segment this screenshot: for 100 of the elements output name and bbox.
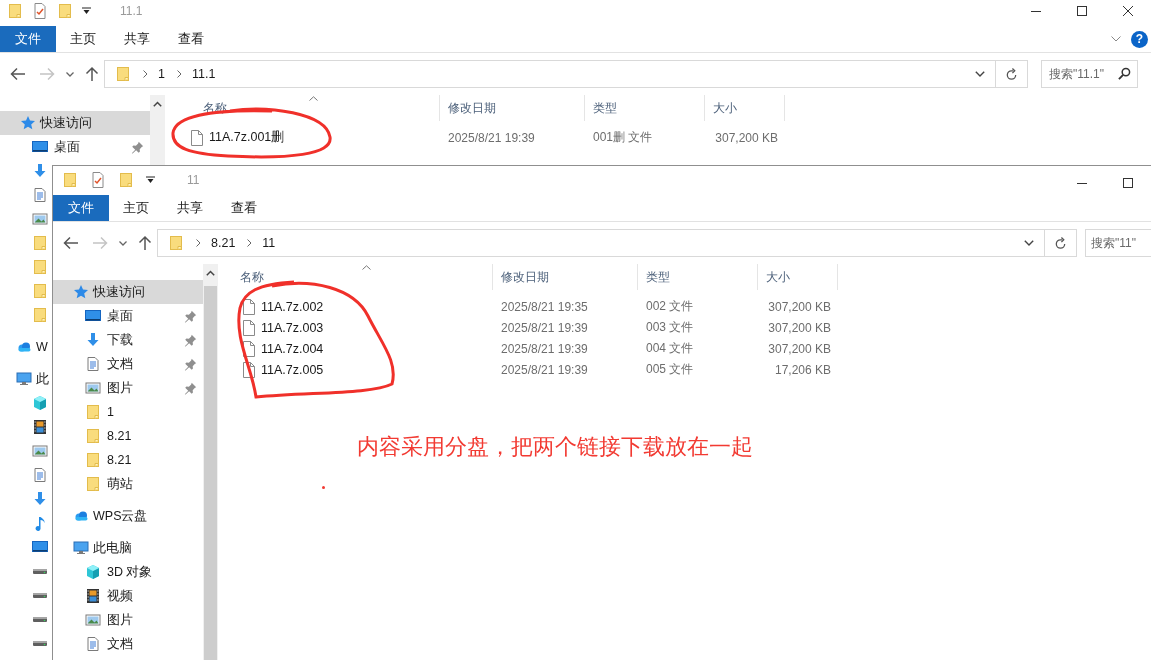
folder-icon — [168, 235, 184, 251]
back-icon[interactable] — [10, 67, 26, 81]
column-header[interactable]: 类型 — [585, 95, 705, 121]
breadcrumb-item[interactable]: 11.1 — [191, 67, 216, 81]
file-icon — [190, 129, 204, 146]
folder-icon — [32, 259, 48, 275]
sidebar-item[interactable]: 桌面 — [0, 135, 150, 159]
back-icon[interactable] — [63, 236, 79, 250]
refresh-button[interactable] — [996, 60, 1028, 88]
date-cell-text: 2025/8/21 19:39 — [500, 341, 589, 356]
sidebar-item[interactable]: 快速访问 — [0, 111, 150, 135]
sidebar-item[interactable]: 文档 — [53, 632, 203, 656]
maximize-icon[interactable] — [1077, 6, 1087, 16]
download-icon — [32, 491, 48, 507]
maximize-icon[interactable] — [1123, 178, 1133, 188]
dropdown-icon[interactable] — [975, 71, 985, 77]
refresh-icon — [1005, 67, 1018, 81]
refresh-button[interactable] — [1045, 229, 1077, 257]
sidebar-item[interactable]: 此电脑 — [53, 536, 203, 560]
sort-caret-icon — [362, 265, 371, 270]
chevron-icon[interactable] — [247, 239, 253, 247]
sidebar-item[interactable]: 8.21 — [53, 424, 203, 448]
chevron-icon[interactable] — [176, 70, 182, 78]
sidebar-item[interactable]: 此 — [0, 367, 52, 391]
checklist-icon[interactable] — [32, 3, 48, 19]
up-icon[interactable] — [138, 235, 152, 251]
ribbon-tab[interactable]: 查看 — [217, 195, 271, 221]
dropdown-icon[interactable] — [82, 7, 91, 15]
pin-icon[interactable] — [184, 381, 197, 395]
column-header[interactable]: 修改日期 — [493, 264, 638, 290]
file-name[interactable]: 11A.7z.001删 — [209, 129, 285, 146]
sidebar-item[interactable]: 3D 对象 — [53, 560, 203, 584]
chevron-icon[interactable] — [196, 239, 201, 247]
search-field[interactable]: 搜索"11.1" — [1041, 60, 1138, 88]
file-name[interactable]: 11A.7z.005 — [261, 362, 324, 377]
scroll-up-icon[interactable] — [153, 101, 162, 107]
cube-icon — [85, 564, 101, 580]
window-title: 11 — [187, 173, 200, 187]
desktop-icon — [85, 308, 101, 324]
document-icon — [32, 187, 48, 203]
file-icon — [242, 340, 256, 357]
sidebar-item[interactable]: 视频 — [53, 584, 203, 608]
column-header[interactable]: 大小 — [758, 264, 838, 290]
search-icon[interactable] — [1118, 67, 1131, 80]
help-button[interactable]: ? — [1131, 30, 1148, 48]
column-header[interactable]: 修改日期 — [440, 95, 585, 121]
sidebar-item[interactable]: 文档 — [53, 352, 203, 376]
sidebar-item[interactable]: 图片 — [53, 608, 203, 632]
recent-dropdown-icon[interactable] — [66, 71, 74, 77]
sidebar-item[interactable]: 8.21 — [53, 448, 203, 472]
window-title: 11.1 — [120, 4, 143, 18]
ribbon-tab[interactable]: 文件 — [0, 26, 56, 52]
date-cell-text: 2025/8/21 19:39 — [447, 130, 536, 145]
close-icon[interactable] — [1123, 6, 1133, 16]
sidebar-item[interactable]: 桌面 — [53, 304, 203, 328]
pin-icon[interactable] — [184, 333, 197, 347]
breadcrumb-item[interactable]: 1 — [158, 67, 165, 81]
picture-icon — [32, 443, 48, 459]
ribbon-tab[interactable]: 共享 — [110, 26, 164, 52]
sidebar-item[interactable]: 下载 — [53, 328, 203, 352]
up-icon[interactable] — [85, 66, 99, 82]
ribbon-tab[interactable]: 共享 — [163, 195, 217, 221]
scroll-up-icon[interactable] — [206, 270, 215, 276]
pin-icon[interactable] — [184, 357, 197, 371]
pin-icon[interactable] — [131, 140, 144, 154]
ribbon-tab[interactable]: 主页 — [109, 195, 163, 221]
sidebar-item[interactable]: 图片 — [53, 376, 203, 400]
address-bar[interactable]: 8.21 11 — [157, 229, 1045, 257]
desktop-icon — [32, 139, 48, 155]
checklist-icon[interactable] — [90, 172, 106, 188]
search-field[interactable]: 搜索"11" — [1085, 229, 1151, 257]
pin-icon[interactable] — [184, 309, 197, 323]
sidebar-item[interactable]: 1 — [53, 400, 203, 424]
collapse-ribbon-icon[interactable] — [1111, 36, 1121, 42]
breadcrumb-item[interactable]: 11 — [262, 236, 276, 250]
file-name[interactable]: 11A.7z.002 — [261, 299, 324, 314]
file-name[interactable]: 11A.7z.004 — [261, 341, 324, 356]
sidebar-item[interactable]: 萌站 — [53, 472, 203, 496]
sidebar-item[interactable]: 快速访问 — [53, 280, 203, 304]
column-header[interactable]: 名称 — [218, 264, 493, 290]
chevron-icon[interactable] — [143, 70, 148, 78]
type-cell-text: 003 文件 — [645, 319, 695, 336]
dropdown-icon[interactable] — [146, 176, 155, 184]
scrollbar-thumb[interactable] — [204, 286, 217, 660]
size-cell-text: 307,200 KB — [714, 130, 779, 145]
ribbon-tab[interactable]: 文件 — [53, 195, 109, 221]
ribbon-tab[interactable]: 查看 — [164, 26, 218, 52]
file-icon — [242, 319, 256, 336]
annotation-dot — [322, 486, 325, 489]
sidebar-item[interactable]: W — [0, 335, 52, 359]
sidebar-item[interactable]: WPS云盘 — [53, 504, 203, 528]
ribbon-tab[interactable]: 主页 — [56, 26, 110, 52]
folder-icon — [85, 428, 101, 444]
recent-dropdown-icon[interactable] — [119, 240, 127, 246]
breadcrumb-item[interactable]: 8.21 — [211, 236, 236, 250]
dropdown-icon[interactable] — [1024, 240, 1034, 246]
address-bar[interactable]: 1 11.1 — [104, 60, 996, 88]
column-header[interactable]: 类型 — [638, 264, 758, 290]
file-name[interactable]: 11A.7z.003 — [261, 320, 324, 335]
column-header[interactable]: 大小 — [705, 95, 785, 121]
